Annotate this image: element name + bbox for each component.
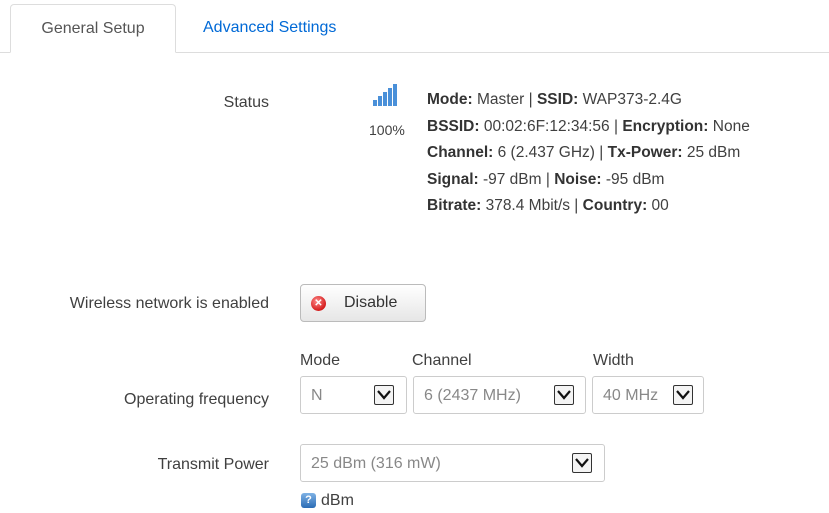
tab-bar: General Setup Advanced Settings [0, 0, 829, 53]
bitrate-value: 378.4 Mbit/s | [481, 197, 583, 214]
channel-select-value: 6 (2437 MHz) [424, 387, 521, 404]
wireless-enabled-label: Wireless network is enabled [69, 295, 269, 312]
channel-key: Channel: [427, 144, 494, 161]
encryption-key: Encryption: [622, 117, 709, 135]
bssid-value: 00:02:6F:12:34:56 | [479, 117, 623, 135]
tab-general-setup[interactable]: General Setup [10, 4, 176, 53]
width-label: Width [593, 352, 634, 369]
tab-advanced-settings[interactable]: Advanced Settings [203, 4, 336, 53]
bssid-key: BSSID: [427, 117, 480, 135]
status-line-channel: Channel: 6 (2.437 GHz) | Tx-Power: 25 dB… [427, 140, 750, 167]
help-icon[interactable]: ? [301, 493, 316, 508]
chevron-down-icon [554, 385, 574, 405]
tx-power-key: Tx-Power: [607, 144, 683, 161]
signal-value: -97 dBm | [478, 170, 555, 188]
channel-select[interactable]: 6 (2437 MHz) [413, 376, 586, 414]
status-details: Mode: Master | SSID: WAP373-2.4G BSSID: … [427, 87, 750, 220]
noise-value: -95 dBm [601, 170, 665, 188]
tx-power-value: 25 dBm [682, 144, 741, 161]
channel-label: Channel [412, 352, 472, 369]
chevron-down-icon [673, 385, 693, 405]
status-line-bssid: BSSID: 00:02:6F:12:34:56 | Encryption: N… [427, 114, 750, 141]
bitrate-key: Bitrate: [427, 197, 482, 214]
mode-label: Mode [300, 352, 341, 369]
noise-key: Noise: [554, 170, 602, 188]
status-line-bitrate: Bitrate: 378.4 Mbit/s | Country: 00 [427, 193, 750, 220]
mode-select[interactable]: N [300, 376, 407, 414]
signal-percent: 100% [369, 122, 405, 138]
encryption-value: None [708, 117, 750, 135]
signal-strength-icon [373, 84, 397, 106]
mode-value: Master | [472, 91, 537, 108]
status-label: Status [223, 94, 269, 111]
country-key: Country: [582, 197, 648, 214]
status-line-signal: Signal: -97 dBm | Noise: -95 dBm [427, 167, 750, 194]
disable-button[interactable]: ✕ Disable [300, 284, 426, 322]
transmit-power-label: Transmit Power [157, 456, 269, 473]
channel-value: 6 (2.437 GHz) | [493, 144, 608, 161]
status-line-mode: Mode: Master | SSID: WAP373-2.4G [427, 87, 750, 114]
ssid-key: SSID: [536, 91, 579, 108]
country-value: 00 [647, 197, 669, 214]
mode-key: Mode: [427, 91, 473, 108]
operating-frequency-label: Operating frequency [124, 391, 269, 408]
transmit-power-select[interactable]: 25 dBm (316 mW) [300, 444, 605, 482]
mode-select-value: N [311, 387, 323, 404]
transmit-power-value: 25 dBm (316 mW) [311, 455, 441, 472]
ssid-value: WAP373-2.4G [578, 91, 682, 108]
width-select-value: 40 MHz [603, 387, 659, 404]
chevron-down-icon [374, 385, 394, 405]
chevron-down-icon [572, 453, 592, 473]
close-icon: ✕ [311, 296, 326, 311]
disable-button-label: Disable [344, 294, 398, 311]
signal-key: Signal: [427, 170, 479, 188]
width-select[interactable]: 40 MHz [592, 376, 704, 414]
transmit-power-unit-help: dBm [321, 492, 354, 509]
